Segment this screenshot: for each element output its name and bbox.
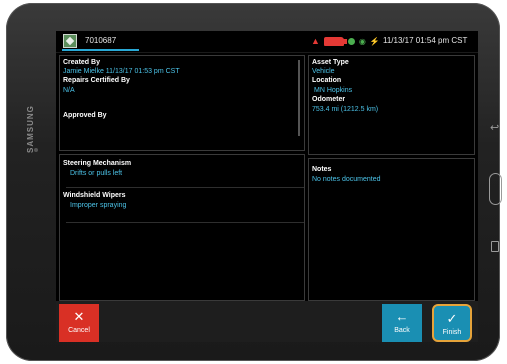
cancel-button[interactable]: ✕ Cancel <box>59 304 99 342</box>
details-scrollbar[interactable] <box>298 60 300 136</box>
list-item[interactable]: Steering Mechanism Drifts or pulls left <box>60 155 304 187</box>
gps-icon <box>347 37 355 45</box>
defect-value: Drifts or pulls left <box>70 170 123 177</box>
defect-label: Steering Mechanism <box>63 160 132 167</box>
finish-button-label: Finish <box>442 329 462 336</box>
power-icon: ⚡ <box>369 36 380 46</box>
asset-type-value: Vehicle <box>312 68 335 75</box>
warning-icon[interactable]: ▲ <box>311 36 320 46</box>
defect-value: Improper spraying <box>70 202 127 209</box>
created-by-label: Created By <box>63 59 100 66</box>
bottom-action-bar: ✕ Cancel ← Back ✓ Finish <box>56 301 478 342</box>
close-icon: ✕ <box>73 309 85 324</box>
back-button[interactable]: ← Back <box>382 304 422 342</box>
truck-icon[interactable] <box>323 36 347 46</box>
repairs-certified-label: Repairs Certified By <box>63 77 130 84</box>
asset-id-tab[interactable]: 7010687 <box>85 36 116 45</box>
device-brand: SAMSUNG <box>26 105 35 153</box>
inspection-details-panel: Created By Jamie Mielke 11/13/17 01:53 p… <box>59 55 305 151</box>
app-screen: 7010687 ▲ ◉ ⚡ 11/13/17 01:54 pm CST Crea… <box>56 31 478 342</box>
notes-value: No notes documented <box>312 176 381 183</box>
wifi-icon: ◉ <box>358 36 366 46</box>
list-divider <box>66 222 304 223</box>
current-datetime: 11/13/17 01:54 pm CST <box>383 36 468 45</box>
list-item[interactable]: Windshield Wipers Improper spraying <box>60 188 304 222</box>
notes-panel: Notes No notes documented <box>308 158 475 301</box>
tablet-frame: SAMSUNG ↩ 7010687 ▲ ◉ ⚡ 11/13/17 01:54 p… <box>6 3 502 361</box>
finish-button[interactable]: ✓ Finish <box>432 304 472 342</box>
top-bar: 7010687 ▲ ◉ ⚡ 11/13/17 01:54 pm CST <box>56 31 478 53</box>
approved-by-label: Approved By <box>63 112 107 119</box>
cancel-button-label: Cancel <box>68 327 90 334</box>
arrow-left-icon: ← <box>395 309 409 324</box>
hardware-back-icon[interactable]: ↩ <box>490 121 499 134</box>
active-tab-indicator <box>62 49 139 51</box>
asset-type-label: Asset Type <box>312 59 349 66</box>
odometer-label: Odometer <box>312 96 346 103</box>
location-label: Location <box>312 77 342 84</box>
checkmark-icon: ✓ <box>446 311 458 326</box>
repairs-certified-value: N/A <box>63 87 75 94</box>
defects-list-panel: Steering Mechanism Drifts or pulls left … <box>59 154 305 301</box>
defect-label: Windshield Wipers <box>63 192 126 199</box>
asset-info-panel: Asset Type Vehicle Location MN Hopkins O… <box>308 55 475 155</box>
back-button-label: Back <box>394 327 410 334</box>
app-logo-icon <box>63 34 77 48</box>
location-value: MN Hopkins <box>314 87 353 94</box>
odometer-value: 753.4 mi (1212.5 km) <box>312 106 379 113</box>
hardware-recent-apps-icon[interactable] <box>491 241 499 252</box>
created-by-value: Jamie Mielke 11/13/17 01:53 pm CST <box>63 68 180 75</box>
hardware-home-button[interactable] <box>489 173 502 205</box>
notes-label: Notes <box>312 166 332 173</box>
status-icons: ▲ ◉ ⚡ <box>311 35 380 47</box>
